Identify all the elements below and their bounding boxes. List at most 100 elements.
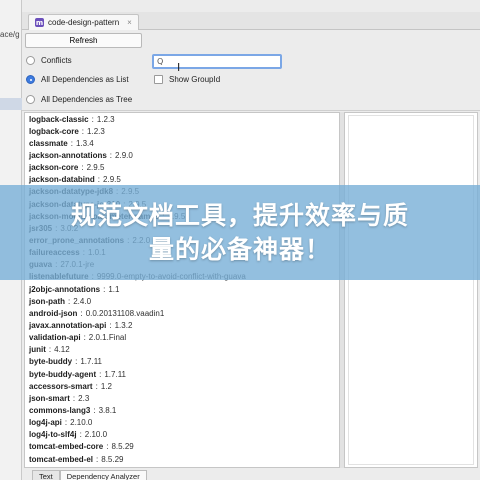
separator: : [75, 357, 78, 367]
dependency-version: 2.10.0 [70, 418, 93, 428]
list-item[interactable]: accessors-smart:1.2 [25, 380, 339, 392]
show-groupid-option[interactable]: Show GroupId [154, 75, 220, 84]
all-deps-tree-label: All Dependencies as Tree [41, 95, 133, 104]
list-item[interactable]: classmate:1.3.4 [25, 137, 339, 149]
list-item[interactable]: commons-lang3:3.8.1 [25, 404, 339, 416]
list-item[interactable]: jackson-annotations:2.9.0 [25, 149, 339, 161]
dependency-name: tomcat-embed-el [29, 454, 94, 464]
separator: : [79, 430, 82, 440]
refresh-button[interactable]: Refresh [25, 33, 142, 48]
list-item[interactable]: junit:4.12 [25, 344, 339, 356]
all-deps-list-radio[interactable] [26, 75, 35, 84]
list-item[interactable]: byte-buddy-agent:1.7.11 [25, 368, 339, 380]
dependency-version: 1.3.2 [114, 320, 133, 330]
list-item[interactable]: log4j-api:2.10.0 [25, 417, 339, 429]
separator: : [81, 126, 85, 136]
conflicts-radio[interactable] [26, 56, 35, 65]
dependency-name: json-smart [29, 393, 70, 403]
dependency-version: 1.2 [100, 381, 112, 391]
list-item[interactable]: json-smart:2.3 [25, 392, 339, 404]
separator: : [48, 345, 52, 355]
separator: : [91, 114, 94, 124]
dependency-name: logback-classic [29, 114, 89, 124]
all-deps-tree-option[interactable]: All Dependencies as Tree [26, 95, 132, 104]
dependency-version: 1.7.11 [80, 357, 102, 367]
dependency-name: log4j-api [29, 418, 62, 428]
list-item[interactable]: logback-core:1.2.3 [25, 125, 339, 137]
separator: : [97, 175, 101, 185]
list-item[interactable]: j2objc-annotations:1.1 [25, 283, 339, 295]
list-item[interactable]: tomcat-embed-core:8.5.29 [25, 441, 339, 453]
search-input[interactable] [166, 57, 267, 66]
text-cursor-icon: I [177, 61, 181, 74]
separator: : [68, 296, 71, 306]
dependency-name: javax.annotation-api [29, 320, 107, 330]
maven-module-icon: m [35, 18, 44, 27]
editor-tab-bar: m code-design-pattern × [22, 12, 480, 30]
conflicts-option[interactable]: Conflicts [26, 56, 72, 65]
separator: : [103, 284, 106, 294]
all-deps-list-label: All Dependencies as List [41, 75, 129, 84]
bottom-tab-bar: Text Dependency Analyzer [32, 470, 147, 480]
dependency-detail-pane[interactable] [344, 112, 478, 468]
dependency-name: log4j-to-slf4j [29, 430, 77, 440]
list-item[interactable]: jackson-core:2.9.5 [25, 162, 339, 174]
toolbar-divider [22, 110, 480, 111]
dependency-version: 4.12 [54, 345, 70, 355]
list-item[interactable]: validation-api:2.0.1.Final [25, 332, 339, 344]
list-item[interactable]: byte-buddy:1.7.11 [25, 356, 339, 368]
promo-banner-overlay: 规范文档工具，提升效率与质 量的必备神器！ [0, 185, 480, 280]
search-icon: Q [157, 57, 164, 66]
dependency-version: 1.3.4 [75, 138, 94, 148]
dependency-version: 2.9.5 [86, 163, 105, 173]
banner-line-1: 规范文档工具，提升效率与质 [70, 200, 409, 230]
separator: : [93, 405, 96, 415]
dependency-version: 0.0.20131108.vaadin1 [85, 308, 165, 318]
dependency-version: 1.2.3 [96, 114, 115, 124]
dependency-name: jackson-annotations [29, 150, 107, 160]
tab-text[interactable]: Text [32, 470, 60, 480]
conflicts-label: Conflicts [41, 56, 72, 65]
separator: : [64, 418, 68, 428]
dependency-version: 1.1 [108, 284, 120, 294]
list-item[interactable]: android-json:0.0.20131108.vaadin1 [25, 307, 339, 319]
list-item[interactable]: javax.annotation-api:1.3.2 [25, 319, 339, 331]
dependency-list[interactable]: logback-classic:1.2.3 logback-core:1.2.3 c… [24, 112, 340, 468]
dependency-version: 2.9.5 [103, 175, 121, 185]
dependency-version: 3.8.1 [98, 405, 117, 415]
dependency-name: byte-buddy [29, 357, 73, 367]
list-item[interactable]: logback-classic:1.2.3 [25, 113, 339, 125]
close-icon[interactable]: × [127, 18, 132, 27]
separator: : [106, 442, 109, 452]
list-item[interactable]: log4j-to-slf4j:2.10.0 [25, 429, 339, 441]
dependency-detail-tree [348, 115, 474, 465]
banner-line-2: 量的必备神器！ [148, 234, 331, 264]
separator: : [72, 393, 76, 403]
separator: : [83, 333, 86, 343]
tab-dependency-analyzer[interactable]: Dependency Analyzer [59, 470, 147, 480]
show-groupid-checkbox[interactable] [154, 75, 163, 84]
list-item[interactable]: json-path:2.4.0 [25, 295, 339, 307]
all-deps-list-option[interactable]: All Dependencies as List [26, 75, 129, 84]
separator: : [99, 369, 102, 379]
dependency-version: 1.2.3 [87, 126, 105, 136]
separator: : [109, 320, 112, 330]
selected-tree-row[interactable] [0, 98, 22, 110]
dependency-version: 8.5.29 [101, 454, 124, 464]
tab-code-design-pattern[interactable]: m code-design-pattern × [28, 14, 139, 30]
list-item[interactable]: tomcat-embed-el:8.5.29 [25, 453, 339, 465]
dependency-version: 2.10.0 [84, 430, 108, 440]
all-deps-tree-radio[interactable] [26, 95, 35, 104]
separator: : [95, 381, 98, 391]
dependency-name: accessors-smart [29, 381, 93, 391]
dependency-name: classmate [29, 138, 68, 148]
dependency-name: tomcat-embed-core [29, 442, 104, 452]
dependency-version: 2.3 [78, 393, 90, 403]
dependency-name: jackson-databind [29, 175, 95, 185]
dependency-name: logback-core [29, 126, 79, 136]
dependency-name: jackson-core [29, 163, 79, 173]
search-field[interactable]: Q [152, 54, 282, 69]
separator: : [96, 454, 99, 464]
dependency-name: j2objc-annotations [29, 284, 101, 294]
dependency-name: byte-buddy-agent [29, 369, 97, 379]
